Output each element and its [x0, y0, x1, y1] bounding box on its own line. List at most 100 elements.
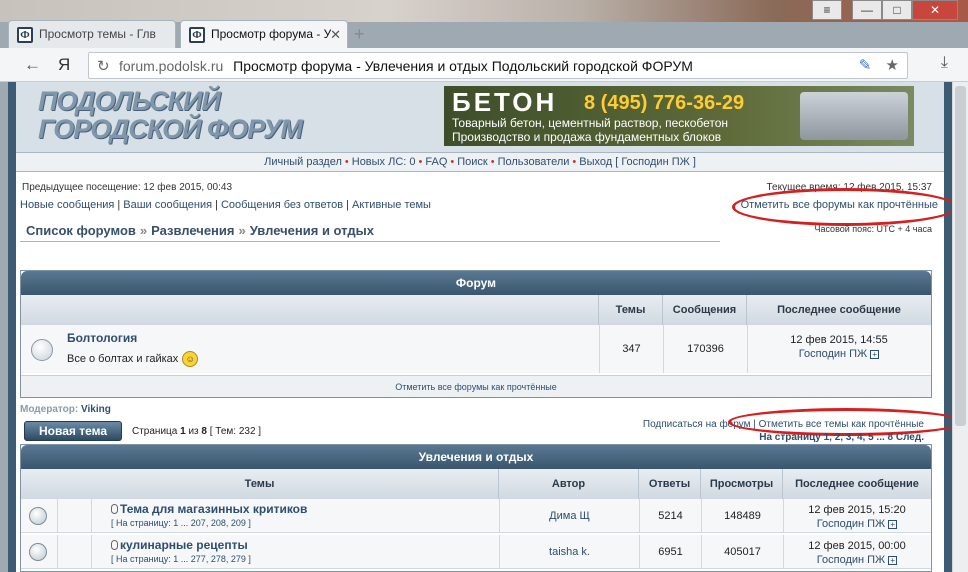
last-post-date: 12 фев 2015, 15:20: [808, 504, 906, 516]
topics-table: Увлечения и отдых Темы Автор Ответы Прос…: [20, 444, 932, 572]
link-unanswered[interactable]: Сообщения без ответов: [221, 199, 343, 211]
tab-forum-view[interactable]: Ф Просмотр форума - У ✕: [180, 20, 348, 48]
site-header: ПОДОЛЬСКИЙ ГОРОДСКОЙ ФОРУМ БЕТОН 8 (495)…: [16, 82, 944, 152]
ad-banner[interactable]: БЕТОН 8 (495) 776-36-29 Товарный бетон, …: [444, 86, 914, 146]
banner-phone: 8 (495) 776-36-29: [584, 92, 745, 114]
forum-logo-icon: Ф: [17, 27, 33, 43]
attachment-icon: [111, 540, 118, 550]
topic-views: 405017: [701, 535, 783, 569]
concrete-truck-image: [800, 92, 908, 140]
tab-label: Просмотр форума - У: [211, 27, 332, 41]
view-latest-icon[interactable]: +: [888, 520, 898, 529]
page-label: Страница: [132, 426, 178, 437]
tab-label: Просмотр темы - Глв: [39, 27, 156, 41]
breadcrumb-hobbies[interactable]: Увлечения и отдых: [250, 223, 374, 238]
link-your-posts[interactable]: Ваши сообщения: [123, 199, 212, 211]
refresh-icon[interactable]: ↻: [97, 57, 110, 75]
forum-topics-count: 347: [599, 325, 663, 373]
topic-replies: 5214: [639, 499, 701, 533]
new-topic-button[interactable]: Новая тема: [24, 421, 122, 441]
col-topics: Темы: [599, 295, 663, 325]
highlight-oval: [732, 188, 952, 226]
maximize-button[interactable]: □: [882, 0, 912, 20]
user-navbar: Личный раздел • Новых ЛС: 0 • FAQ • Поиск • Поль…: [16, 152, 944, 172]
nav-logout[interactable]: Выход [ Господин ПЖ ]: [579, 156, 696, 168]
timezone: Часовой пояс: UTC + 4 часа: [814, 224, 932, 234]
moderator-name[interactable]: Viking: [81, 404, 111, 415]
col-author: Автор: [499, 469, 639, 499]
site-logo-line2[interactable]: ГОРОДСКОЙ ФОРУМ: [38, 116, 303, 143]
nav-new-pm[interactable]: Новых ЛС: 0: [352, 156, 416, 168]
scrollbar-thumb[interactable]: [955, 86, 966, 426]
yandex-button[interactable]: Я: [58, 55, 70, 75]
last-post-date: 12 фев 2015, 14:55: [790, 334, 888, 346]
url-actions: ✎ ★: [859, 56, 899, 74]
link-active-topics[interactable]: Активные темы: [352, 199, 431, 211]
page-info: Страница 1 из 8 [ Тем: 232 ]: [132, 426, 261, 437]
forum-frame: ПОДОЛЬСКИЙ ГОРОДСКОЙ ФОРУМ БЕТОН 8 (495)…: [8, 82, 952, 572]
topic-title-link[interactable]: кулинарные рецепты: [120, 538, 248, 552]
topic-title: Тема для магазинных критиков: [111, 502, 307, 516]
col-last-post: Последнее сообщение: [747, 295, 931, 325]
attachment-icon: [111, 504, 118, 514]
view-latest-icon[interactable]: +: [888, 556, 898, 565]
col-replies: Ответы: [639, 469, 701, 499]
star-icon[interactable]: ★: [886, 57, 899, 74]
page-of: из: [188, 426, 199, 437]
url-field[interactable]: ↻ forum.podolsk.ru Просмотр форума - Увл…: [88, 52, 908, 79]
last-post-author[interactable]: Господин ПЖ: [817, 518, 885, 530]
last-post-author[interactable]: Господин ПЖ: [799, 348, 867, 360]
minimize-button[interactable]: —: [852, 0, 882, 20]
topic-replies: 6951: [639, 535, 701, 569]
forum-col-blank: [21, 295, 599, 325]
close-window-button[interactable]: ✕: [912, 0, 958, 20]
view-latest-icon[interactable]: +: [870, 350, 880, 359]
download-icon[interactable]: ⤓: [941, 54, 948, 72]
address-bar-area: ← Я ↻ forum.podolsk.ru Просмотр форума -…: [0, 48, 968, 82]
link-new-posts[interactable]: Новые сообщения: [20, 199, 114, 211]
banner-line: Производство и продажа фундаментных блок…: [452, 130, 722, 144]
col-views: Просмотры: [701, 469, 783, 499]
topic-title-link[interactable]: Тема для магазинных критиков: [120, 502, 307, 516]
forum-name-link[interactable]: Болтология: [67, 331, 137, 345]
forum-posts-count: 170396: [663, 325, 747, 373]
close-icon[interactable]: ✕: [330, 27, 341, 43]
nav-users[interactable]: Пользователи: [498, 156, 570, 168]
col-topic: Темы: [21, 469, 499, 499]
page-total: 8: [201, 426, 207, 437]
back-arrow-icon[interactable]: ←: [24, 55, 41, 75]
topic-pages[interactable]: [ На страницу: 1 ... 207, 208, 209 ]: [111, 518, 251, 528]
last-post-author[interactable]: Господин ПЖ: [817, 554, 885, 566]
topic-pages[interactable]: [ На страницу: 1 ... 277, 278, 279 ]: [111, 554, 251, 564]
feather-icon[interactable]: ✎: [859, 57, 872, 74]
topic-title: кулинарные рецепты: [111, 538, 248, 552]
quick-links: Новые сообщения | Ваши сообщения | Сообщения…: [20, 199, 431, 211]
site-logo-line1[interactable]: ПОДОЛЬСКИЙ: [38, 88, 221, 115]
nav-search[interactable]: Поиск: [457, 156, 487, 168]
topic-views: 148489: [701, 499, 783, 533]
topic-read-icon: [29, 507, 47, 525]
forum-read-icon: [31, 339, 53, 361]
pagination[interactable]: На страницу 1, 2, 3, 4, 5 ... 8 След.: [759, 432, 924, 443]
page-current: 1: [180, 426, 186, 437]
window-menu-button[interactable]: ≡: [812, 0, 842, 20]
topic-last-post: 12 фев 2015, 00:00 Господин ПЖ +: [783, 539, 931, 567]
topic-last-post: 12 фев 2015, 15:20 Господин ПЖ +: [783, 503, 931, 531]
forum-description: Все о болтах и гайках ☺: [67, 351, 199, 367]
new-tab-button[interactable]: +: [354, 24, 365, 45]
page-scrollbar[interactable]: [952, 82, 968, 572]
topic-author[interactable]: Дима Щ: [499, 499, 639, 533]
tab-topic-view[interactable]: Ф Просмотр темы - Глв: [8, 20, 176, 48]
forum-logo-icon: Ф: [189, 27, 205, 43]
nav-personal-section[interactable]: Личный раздел: [264, 156, 342, 168]
breadcrumb-entertainment[interactable]: Развлечения: [151, 223, 234, 238]
topic-count: [ Тем: 232 ]: [209, 426, 262, 437]
mark-forums-read-link[interactable]: Отметить все форумы как прочтённые: [21, 375, 931, 397]
topic-author[interactable]: taisha k.: [499, 535, 639, 569]
forum-table: Форум Темы Сообщения Последнее сообщение…: [20, 270, 932, 398]
forum-last-post: 12 фев 2015, 14:55 Господин ПЖ +: [747, 333, 931, 361]
breadcrumb-forum-list[interactable]: Список форумов: [26, 223, 136, 238]
topic-row: кулинарные рецепты [ На страницу: 1 ... …: [21, 535, 931, 569]
forum-table-caption: Форум: [21, 271, 931, 295]
nav-faq[interactable]: FAQ: [425, 156, 447, 168]
